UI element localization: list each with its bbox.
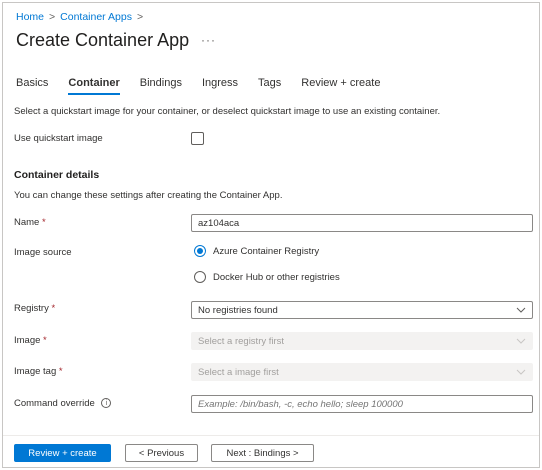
tab-container[interactable]: Container: [68, 77, 121, 95]
tab-basics[interactable]: Basics: [16, 77, 48, 95]
radio-docker-hub[interactable]: Docker Hub or other registries: [194, 271, 340, 283]
quickstart-label: Use quickstart image: [14, 133, 103, 144]
radio-docker-hub-label: Docker Hub or other registries: [213, 271, 340, 283]
name-label-text: Name: [14, 217, 40, 228]
breadcrumb-separator: >: [49, 11, 56, 23]
tab-bindings[interactable]: Bindings: [140, 77, 182, 95]
image-source-label: Image source: [14, 247, 72, 258]
image-select-value: Select a registry first: [198, 335, 285, 347]
required-indicator: *: [41, 217, 46, 228]
review-create-button[interactable]: Review + create: [14, 444, 111, 462]
name-label: Name *: [14, 217, 46, 228]
required-indicator: *: [58, 366, 63, 377]
container-details-description: You can change these settings after crea…: [14, 190, 283, 201]
radio-button-selected[interactable]: [194, 245, 206, 257]
image-label-text: Image: [14, 335, 41, 346]
chevron-down-icon: [516, 338, 526, 344]
tab-tags[interactable]: Tags: [258, 77, 281, 95]
chevron-down-icon: [516, 307, 526, 313]
registry-select-value: No registries found: [198, 304, 278, 316]
footer-divider: [3, 435, 539, 436]
breadcrumb-separator: >: [136, 11, 144, 23]
image-tag-label: Image tag *: [14, 366, 63, 377]
info-icon[interactable]: i: [101, 398, 112, 409]
breadcrumb-container-apps-link[interactable]: Container Apps: [60, 11, 132, 23]
radio-button-unselected[interactable]: [194, 271, 206, 283]
image-tag-select[interactable]: Select a image first: [191, 363, 533, 381]
previous-button[interactable]: < Previous: [125, 444, 198, 462]
container-details-heading: Container details: [14, 169, 100, 181]
required-indicator: *: [51, 303, 56, 314]
command-override-label-text: Command override: [14, 398, 95, 409]
breadcrumb: Home > Container Apps >: [16, 11, 148, 23]
tab-bar: Basics Container Bindings Ingress Tags R…: [16, 77, 400, 95]
more-options-button[interactable]: ···: [201, 33, 216, 47]
image-select[interactable]: Select a registry first: [191, 332, 533, 350]
quickstart-checkbox[interactable]: [191, 132, 204, 145]
registry-select[interactable]: No registries found: [191, 301, 533, 319]
breadcrumb-home-link[interactable]: Home: [16, 11, 44, 23]
registry-label-text: Registry: [14, 303, 49, 314]
quickstart-description: Select a quickstart image for your conta…: [14, 106, 441, 117]
image-tag-select-value: Select a image first: [198, 366, 279, 378]
tab-ingress[interactable]: Ingress: [202, 77, 238, 95]
page-title: Create Container App: [16, 30, 190, 50]
name-input[interactable]: az104aca: [191, 214, 533, 232]
command-override-input[interactable]: [191, 395, 533, 413]
radio-azure-container-registry-label: Azure Container Registry: [213, 245, 320, 257]
chevron-down-icon: [516, 369, 526, 375]
create-container-app-blade: Home > Container Apps > Create Container…: [2, 2, 540, 468]
command-override-label: Command override i: [14, 398, 112, 409]
image-tag-label-text: Image tag: [14, 366, 57, 377]
radio-azure-container-registry[interactable]: Azure Container Registry: [194, 245, 319, 257]
registry-label: Registry *: [14, 303, 55, 314]
required-indicator: *: [43, 335, 47, 346]
next-bindings-button[interactable]: Next : Bindings >: [211, 444, 314, 462]
tab-review-create[interactable]: Review + create: [301, 77, 380, 95]
image-label: Image *: [14, 335, 47, 346]
